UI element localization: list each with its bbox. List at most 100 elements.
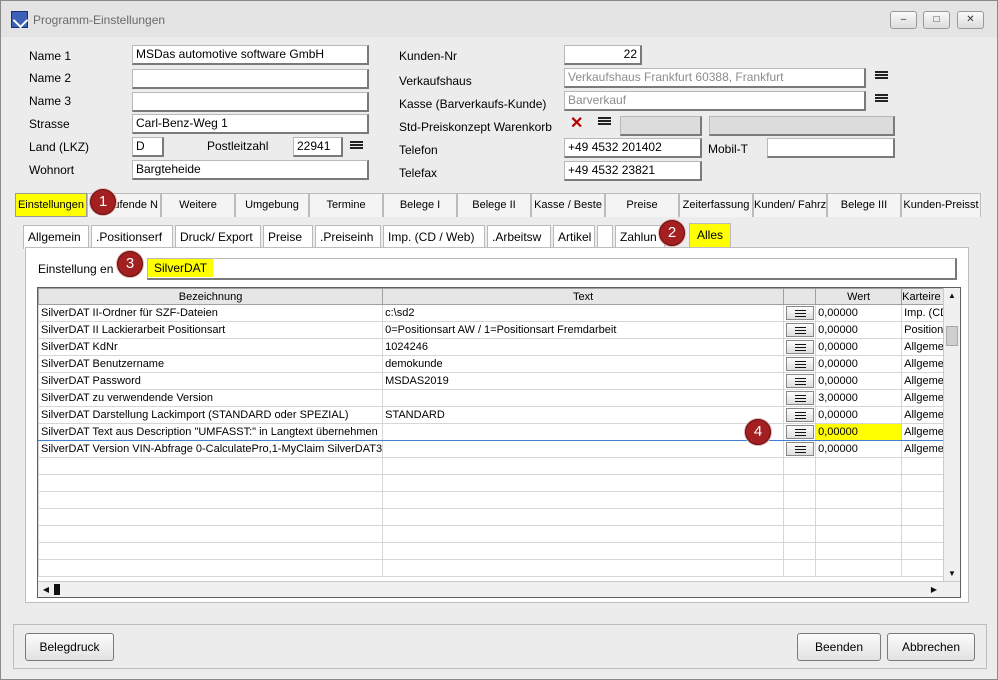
- cell-edit-button[interactable]: [783, 423, 817, 441]
- cell-bezeichnung[interactable]: SilverDAT II Lackierarbeit Positionsart: [37, 321, 384, 339]
- scroll-down-icon[interactable]: ▼: [944, 566, 960, 582]
- mobile-field[interactable]: [767, 138, 895, 158]
- horizontal-scroll-thumb[interactable]: [54, 584, 60, 595]
- store-field[interactable]: Verkaufshaus Frankfurt 60388, Frankfurt: [564, 68, 866, 88]
- scroll-right-icon[interactable]: ▶: [926, 582, 942, 598]
- table-row[interactable]: SilverDAT zu verwendende Version 3,00000 A…: [37, 389, 954, 407]
- subtab-preiseinh[interactable]: .Preiseinh: [315, 225, 381, 249]
- cell-edit-button[interactable]: [783, 525, 817, 543]
- cell-bezeichnung[interactable]: SilverDAT II-Ordner für SZF-Dateien: [37, 304, 384, 322]
- subtab-blank[interactable]: [597, 225, 613, 249]
- scroll-up-icon[interactable]: ▲: [944, 288, 960, 304]
- fax-field[interactable]: +49 4532 23821: [564, 161, 702, 181]
- cell-bezeichnung[interactable]: [37, 491, 384, 509]
- filter-field[interactable]: SilverDAT: [147, 258, 957, 280]
- cell-edit-button[interactable]: [783, 338, 817, 356]
- table-row[interactable]: SilverDAT II-Ordner für SZF-Dateien c:\sd…: [37, 304, 954, 322]
- settings-grid[interactable]: Bezeichnung Text Wert Karteire SilverDAT…: [37, 287, 961, 598]
- table-row[interactable]: [37, 525, 954, 543]
- cell-wert[interactable]: [815, 508, 903, 526]
- col-bezeichnung[interactable]: Bezeichnung: [37, 288, 384, 305]
- cell-edit-button[interactable]: [783, 559, 817, 577]
- cell-edit-button[interactable]: [783, 389, 817, 407]
- tab-termine[interactable]: Termine: [309, 193, 383, 217]
- table-row[interactable]: SilverDAT II Lackierarbeit Positionsart 0…: [37, 321, 954, 339]
- tab-kunden-preisst[interactable]: Kunden-Preisst: [901, 193, 981, 217]
- cell-bezeichnung[interactable]: SilverDAT Password: [37, 372, 384, 390]
- cell-wert[interactable]: 0,00000: [815, 304, 903, 322]
- lines-icon[interactable]: [785, 391, 814, 405]
- cell-edit-button[interactable]: [783, 440, 817, 458]
- cell-bezeichnung[interactable]: SilverDAT Darstellung Lackimport (STANDA…: [37, 406, 384, 424]
- table-row[interactable]: [37, 542, 954, 560]
- table-row[interactable]: SilverDAT Text aus Description "UMFASST:…: [37, 423, 954, 441]
- tab-belege-3[interactable]: Belege III: [827, 193, 901, 217]
- cell-text[interactable]: [382, 508, 785, 526]
- till-lookup-icon[interactable]: [875, 94, 888, 105]
- subtab-artikel[interactable]: Artikel: [553, 225, 595, 249]
- name3-field[interactable]: [132, 92, 369, 112]
- subtab-druck-export[interactable]: Druck/ Export: [175, 225, 261, 249]
- cell-wert[interactable]: 0,00000: [815, 355, 903, 373]
- cell-wert[interactable]: 0,00000: [815, 338, 903, 356]
- cell-bezeichnung[interactable]: [37, 542, 384, 560]
- cell-text[interactable]: MSDAS2019: [382, 372, 785, 390]
- lines-icon[interactable]: [785, 442, 814, 456]
- cell-wert[interactable]: [815, 525, 903, 543]
- col-wert[interactable]: Wert: [815, 288, 903, 305]
- zip-field[interactable]: 22941: [293, 137, 343, 157]
- scroll-left-icon[interactable]: ◀: [38, 582, 54, 598]
- cell-text[interactable]: [382, 423, 785, 441]
- subtab-preise[interactable]: Preise: [263, 225, 313, 249]
- cell-edit-button[interactable]: [783, 508, 817, 526]
- name2-field[interactable]: [132, 69, 369, 89]
- table-row[interactable]: SilverDAT Darstellung Lackimport (STANDA…: [37, 406, 954, 424]
- cell-text[interactable]: [382, 525, 785, 543]
- custno-field[interactable]: 22: [564, 45, 642, 65]
- cell-wert[interactable]: 0,00000: [815, 372, 903, 390]
- cell-edit-button[interactable]: [783, 406, 817, 424]
- phone-field[interactable]: +49 4532 201402: [564, 138, 702, 158]
- country-field[interactable]: D: [132, 137, 164, 157]
- lines-icon[interactable]: [785, 408, 814, 422]
- table-row[interactable]: SilverDAT Password MSDAS2019 0,00000 Allgem…: [37, 372, 954, 390]
- table-row[interactable]: SilverDAT Version VIN-Abfrage 0-Calculat…: [37, 440, 954, 458]
- cell-wert[interactable]: 0,00000: [815, 321, 903, 339]
- lines-icon[interactable]: [785, 374, 814, 388]
- minimize-icon[interactable]: –: [890, 11, 917, 29]
- cell-text[interactable]: [382, 440, 785, 458]
- tab-belege-2[interactable]: Belege II: [457, 193, 531, 217]
- subtab-import[interactable]: Imp. (CD / Web): [383, 225, 485, 249]
- cell-bezeichnung[interactable]: [37, 525, 384, 543]
- cell-wert[interactable]: [815, 491, 903, 509]
- cell-bezeichnung[interactable]: [37, 508, 384, 526]
- cell-text[interactable]: [382, 389, 785, 407]
- tab-kasse[interactable]: Kasse / Beste: [531, 193, 605, 217]
- price-lookup-icon[interactable]: [598, 117, 611, 128]
- cell-bezeichnung[interactable]: SilverDAT KdNr: [37, 338, 384, 356]
- tab-zeiterfassung[interactable]: Zeiterfassung: [679, 193, 753, 217]
- till-field[interactable]: Barverkauf: [564, 91, 866, 111]
- cell-edit-button[interactable]: [783, 457, 817, 475]
- cell-wert[interactable]: [815, 457, 903, 475]
- zip-lookup-icon[interactable]: [350, 141, 363, 152]
- cell-text[interactable]: STANDARD: [382, 406, 785, 424]
- cell-bezeichnung[interactable]: SilverDAT zu verwendende Version: [37, 389, 384, 407]
- cell-wert[interactable]: [815, 559, 903, 577]
- lines-icon[interactable]: [785, 306, 814, 320]
- grid-vertical-scrollbar[interactable]: ▲ ▼: [943, 288, 960, 582]
- cancel-button[interactable]: Abbrechen: [887, 633, 975, 661]
- city-field[interactable]: Bargteheide: [132, 160, 369, 180]
- print-button[interactable]: Belegdruck: [25, 633, 114, 661]
- cell-bezeichnung[interactable]: SilverDAT Text aus Description "UMFASST:…: [37, 423, 384, 441]
- street-field[interactable]: Carl-Benz-Weg 1: [132, 114, 369, 134]
- name1-field[interactable]: MSDas automotive software GmbH: [132, 45, 369, 65]
- cell-text[interactable]: 1024246: [382, 338, 785, 356]
- cell-wert[interactable]: 0,00000: [815, 406, 903, 424]
- tab-preise[interactable]: Preise: [605, 193, 679, 217]
- grid-horizontal-scrollbar[interactable]: ◀ ▶: [38, 581, 960, 597]
- cell-wert[interactable]: 0,00000: [815, 423, 903, 441]
- cell-text[interactable]: demokunde: [382, 355, 785, 373]
- table-row[interactable]: [37, 457, 954, 475]
- subtab-arbeitsw[interactable]: .Arbeitsw: [487, 225, 551, 249]
